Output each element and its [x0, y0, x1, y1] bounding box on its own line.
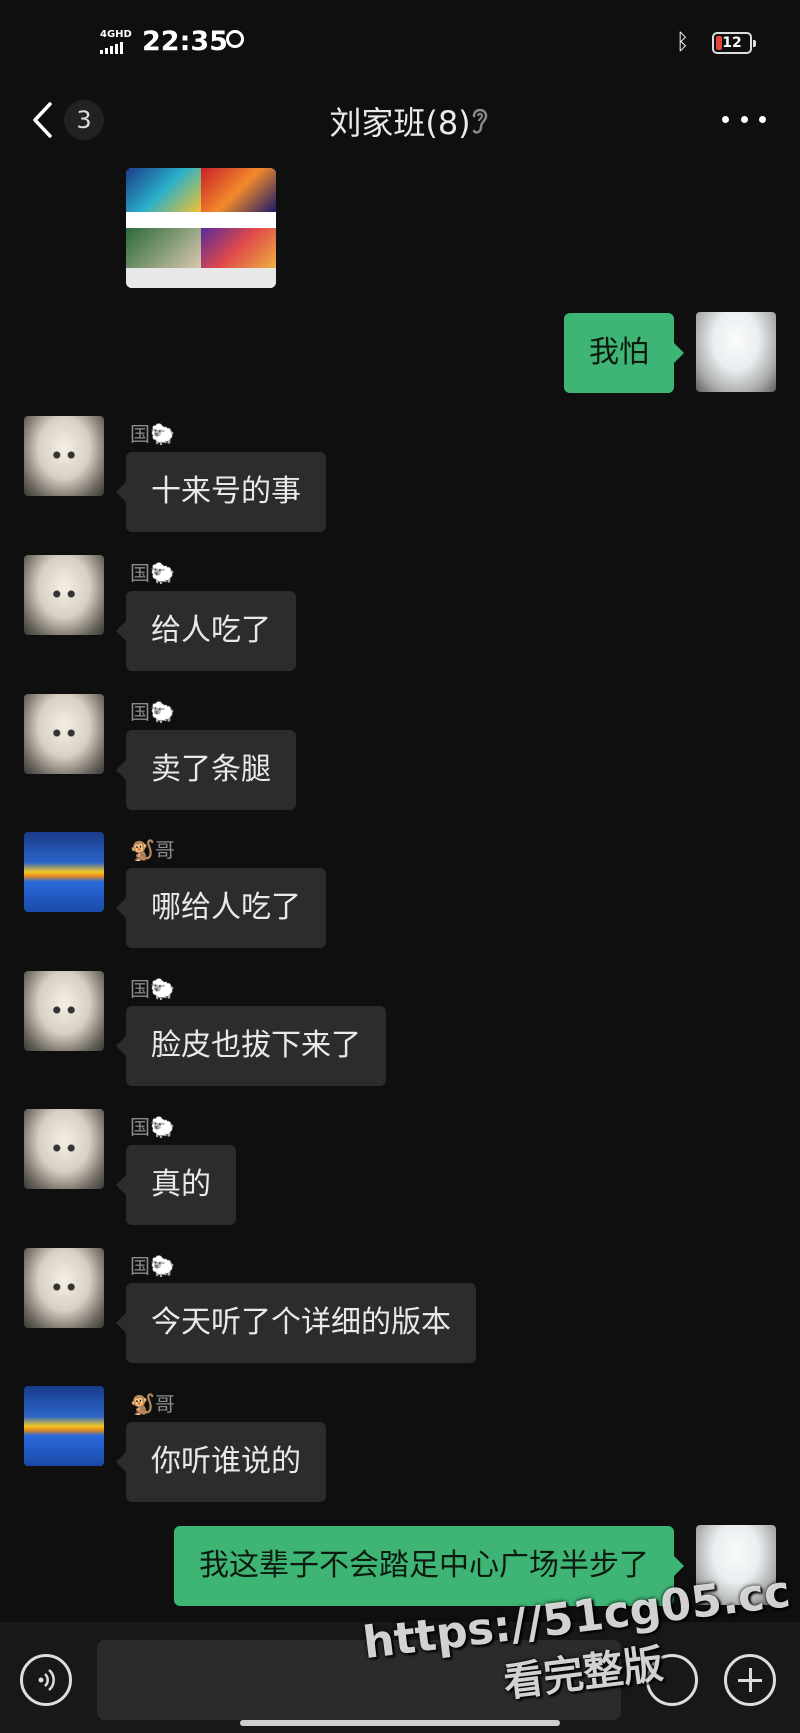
sender-name: 🐒哥 — [130, 838, 175, 862]
avatar-guo[interactable] — [24, 555, 104, 635]
avatar-guo[interactable] — [24, 1248, 104, 1328]
home-indicator[interactable] — [240, 1720, 560, 1726]
sender-name: 国🐑 — [130, 561, 175, 585]
sender-name: 国🐑 — [130, 1254, 175, 1278]
sender-name: 国🐑 — [130, 422, 175, 446]
voice-icon — [38, 1669, 55, 1691]
network-type: 4GHD — [100, 29, 132, 40]
sender-name: 国🐑 — [130, 977, 175, 1001]
avatar-guo[interactable] — [24, 1109, 104, 1189]
message-bubble-outgoing[interactable]: 我怕 — [564, 313, 684, 393]
message-bubble-incoming[interactable]: 十来号的事 — [116, 452, 326, 532]
ear-icon — [472, 108, 488, 134]
bluetooth-icon: ᛒ — [676, 30, 690, 55]
sender-name: 🐒哥 — [130, 1392, 175, 1416]
sender-name: 国🐑 — [130, 700, 175, 724]
avatar-ge[interactable] — [24, 832, 104, 912]
message-bubble-incoming[interactable]: 真的 — [116, 1145, 236, 1225]
cellular-signal-icon: 4GHD — [100, 30, 132, 54]
voice-input-button[interactable] — [20, 1654, 72, 1706]
message-bubble-incoming[interactable]: 哪给人吃了 — [116, 868, 326, 948]
message-bubble-incoming[interactable]: 给人吃了 — [116, 591, 296, 671]
message-bubble-incoming[interactable]: 卖了条腿 — [116, 730, 296, 810]
avatar-ge[interactable] — [24, 1386, 104, 1466]
status-bar: 4GHD 22:35 ᛒ 12 — [0, 0, 800, 90]
avatar-guo[interactable] — [24, 416, 104, 496]
battery-icon: 12 — [712, 32, 756, 54]
chat-title: 刘家班(8) — [329, 104, 471, 142]
message-bubble-incoming[interactable]: 今天听了个详细的版本 — [116, 1283, 476, 1363]
message-bubble-incoming[interactable]: 脸皮也拔下来了 — [116, 1006, 386, 1086]
avatar-guo[interactable] — [24, 971, 104, 1051]
sync-icon — [226, 30, 244, 48]
more-options-button[interactable] — [722, 116, 766, 128]
sender-name: 国🐑 — [130, 1115, 175, 1139]
clock: 22:35 — [142, 26, 228, 57]
shared-image-message[interactable] — [126, 168, 276, 288]
message-bubble-incoming[interactable]: 你听谁说的 — [116, 1422, 326, 1502]
my-avatar[interactable] — [696, 312, 776, 392]
avatar-guo[interactable] — [24, 694, 104, 774]
battery-level: 12 — [722, 35, 742, 51]
chat-header: 3 刘家班(8) — [0, 90, 800, 152]
